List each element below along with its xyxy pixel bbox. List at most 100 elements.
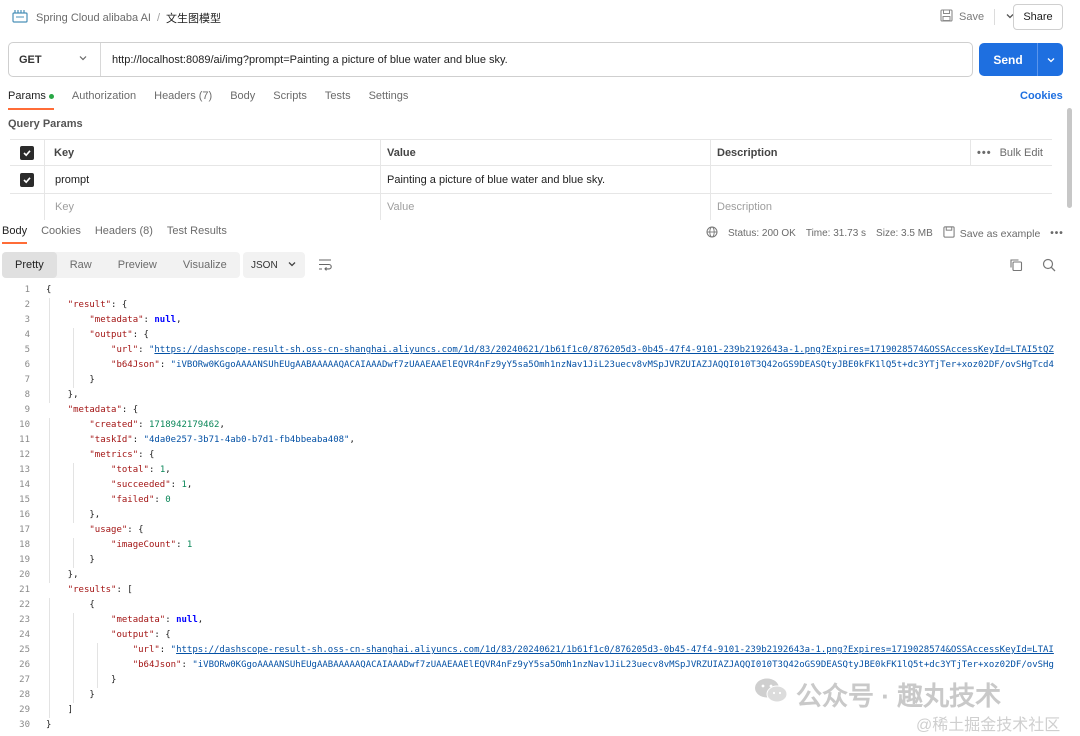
code-text: } <box>46 675 117 685</box>
search-icon[interactable] <box>1042 258 1056 275</box>
param-key-cell[interactable]: prompt <box>44 166 380 193</box>
more-options-icon[interactable]: ••• <box>977 147 992 159</box>
tab-params[interactable]: Params <box>8 90 54 110</box>
save-button[interactable]: Save <box>940 9 1015 25</box>
watermark-source: @稀土掘金技术社区 <box>916 717 1061 734</box>
bulk-edit-button[interactable]: Bulk Edit <box>1000 147 1043 159</box>
line-number: 25 <box>19 645 30 655</box>
code-text: } <box>46 375 95 385</box>
watermark-text: 公众号 · 趣丸技术 <box>796 681 1002 711</box>
line-number: 4 <box>24 330 30 340</box>
tab-authorization[interactable]: Authorization <box>72 90 136 110</box>
line-number: 27 <box>19 675 30 685</box>
method-label: GET <box>19 53 42 66</box>
bulk-edit-area: ••• Bulk Edit <box>970 140 1052 165</box>
code-text: "output": { <box>89 330 149 340</box>
code-text: "created": 1718942179462, <box>89 420 225 430</box>
code-text: "output": { <box>111 630 171 640</box>
send-options-chevron-icon[interactable] <box>1038 55 1063 65</box>
tab-response-headers[interactable]: Headers (8) <box>95 225 153 244</box>
line-number: 18 <box>19 540 30 550</box>
line-number: 26 <box>19 660 30 670</box>
line-number: 3 <box>24 315 30 325</box>
line-number: 12 <box>19 450 30 460</box>
table-row: prompt Painting a picture of blue water … <box>10 166 1052 194</box>
code-text: }, <box>46 510 101 520</box>
breadcrumb-request-name[interactable]: 文生图模型 <box>166 10 221 26</box>
line-number: 23 <box>19 615 30 625</box>
tab-body[interactable]: Body <box>230 90 255 110</box>
more-options-icon[interactable]: ••• <box>1050 228 1064 239</box>
url-input[interactable]: http://localhost:8089/ai/img?prompt=Pain… <box>101 54 508 66</box>
line-number: 14 <box>19 480 30 490</box>
tab-visualize[interactable]: Visualize <box>170 252 240 278</box>
cookies-link[interactable]: Cookies <box>1020 90 1063 102</box>
wrap-lines-icon[interactable] <box>318 258 333 275</box>
save-label: Save <box>959 11 985 23</box>
request-pane-scrollbar[interactable] <box>1067 108 1072 208</box>
column-header-key: Key <box>44 140 380 165</box>
send-label: Send <box>993 52 1023 67</box>
tab-tests[interactable]: Tests <box>325 90 351 110</box>
save-icon <box>940 9 953 25</box>
tab-response-body[interactable]: Body <box>2 225 28 244</box>
method-select[interactable]: GET <box>9 43 101 76</box>
code-text: "b64Json": "iVBORw0KGgoAAAANSUhEUgAABAAA… <box>132 660 1054 670</box>
code-text: }, <box>46 390 79 400</box>
status-text[interactable]: Status: 200 OK <box>728 228 796 239</box>
copy-icon[interactable] <box>1009 258 1023 275</box>
tab-settings[interactable]: Settings <box>369 90 409 110</box>
response-status-bar: Status: 200 OK Time: 31.73 s Size: 3.5 M… <box>706 226 1064 241</box>
code-text: } <box>46 690 95 700</box>
tab-scripts[interactable]: Scripts <box>273 90 307 110</box>
share-button[interactable]: Share <box>1013 4 1063 30</box>
params-header-row: Key Value Description ••• Bulk Edit <box>10 140 1052 166</box>
line-number: 15 <box>19 495 30 505</box>
tab-pretty[interactable]: Pretty <box>2 252 57 278</box>
tab-preview[interactable]: Preview <box>105 252 170 278</box>
code-text: "b64Json": "iVBORw0KGgoAAAANSUhEUgAABAAA… <box>111 360 1054 370</box>
code-text: "total": 1, <box>111 465 171 475</box>
format-language-select[interactable]: JSON <box>243 252 305 278</box>
code-text: "url": "https://dashscope-result-sh.oss-… <box>111 345 1054 355</box>
line-number: 29 <box>19 705 30 715</box>
line-number: 11 <box>19 435 30 445</box>
table-row-placeholder: Key Value Description <box>10 194 1052 220</box>
line-number: 5 <box>24 345 30 355</box>
row-enabled-checkbox[interactable] <box>10 166 44 193</box>
params-table: Key Value Description ••• Bulk Edit prom… <box>10 139 1052 220</box>
line-number: 13 <box>19 465 30 475</box>
param-value-cell[interactable]: Painting a picture of blue water and blu… <box>380 166 710 193</box>
line-number: 9 <box>24 405 30 415</box>
tab-raw[interactable]: Raw <box>57 252 105 278</box>
tab-headers[interactable]: Headers (7) <box>154 90 212 110</box>
response-tabs: Body Cookies Headers (8) Test Results <box>2 225 241 244</box>
wechat-icon <box>754 677 788 712</box>
line-number: 30 <box>19 720 30 730</box>
collection-icon <box>12 9 28 23</box>
send-button[interactable]: Send <box>979 43 1063 76</box>
size-text[interactable]: Size: 3.5 MB <box>876 228 933 239</box>
line-number: 10 <box>19 420 30 430</box>
globe-icon[interactable] <box>706 226 718 241</box>
new-description-input[interactable]: Description <box>710 194 1052 220</box>
breadcrumb: Spring Cloud alibaba AI / 文生图模型 <box>36 10 221 26</box>
code-text: } <box>46 720 52 730</box>
breadcrumb-separator: / <box>156 12 161 24</box>
new-key-input[interactable]: Key <box>44 194 380 220</box>
save-example-button[interactable]: Save as example <box>943 226 1040 241</box>
code-text: "result": { <box>67 300 128 310</box>
tab-response-cookies[interactable]: Cookies <box>41 225 81 244</box>
select-all-checkbox[interactable] <box>10 140 44 165</box>
breadcrumb-collection[interactable]: Spring Cloud alibaba AI <box>36 12 151 24</box>
tab-test-results[interactable]: Test Results <box>167 225 227 244</box>
line-number: 21 <box>19 585 30 595</box>
new-value-input[interactable]: Value <box>380 194 710 220</box>
format-tabs: Pretty Raw Preview Visualize <box>2 252 240 278</box>
time-text[interactable]: Time: 31.73 s <box>806 228 866 239</box>
response-body-code[interactable]: 1 {2 "result": {3 "metadata": null, 4 "out… <box>0 283 1070 736</box>
chevron-down-icon <box>287 259 297 272</box>
column-header-value: Value <box>380 140 710 165</box>
watermark-wechat: 公众号 · 趣丸技术 <box>754 676 1001 713</box>
param-description-cell[interactable] <box>710 166 1052 193</box>
